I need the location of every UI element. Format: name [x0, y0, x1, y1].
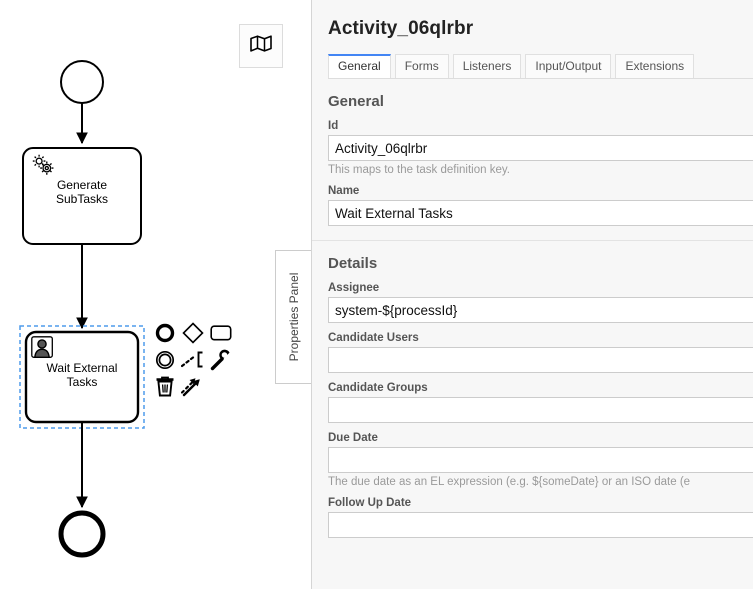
- map-icon: [250, 35, 272, 57]
- end-event-shape: [58, 510, 106, 558]
- bpmn-diagram: [19, 60, 145, 558]
- group-details-title: Details: [328, 255, 378, 272]
- append-text-annotation-button[interactable]: [180, 349, 206, 375]
- group-details: Details Assignee Candidate Users Candida…: [312, 255, 753, 538]
- name-field[interactable]: [328, 200, 753, 226]
- tab-forms[interactable]: Forms: [394, 54, 449, 78]
- tab-input-output[interactable]: Input/Output: [525, 54, 612, 78]
- append-task-button[interactable]: [208, 322, 234, 348]
- group-general: General Id This maps to the task definit…: [312, 93, 753, 226]
- connect-button[interactable]: [180, 376, 206, 402]
- diamond-icon: [182, 321, 204, 349]
- service-task-shape: [22, 147, 142, 245]
- due-date-field-hint: The due date as an EL expression (e.g. $…: [328, 476, 691, 488]
- properties-panel: Activity_06qlrbr General Forms Listeners…: [311, 0, 753, 589]
- candidate-groups-field[interactable]: [328, 397, 753, 423]
- due-date-field[interactable]: [328, 447, 753, 473]
- due-date-field-label: Due Date: [328, 432, 378, 444]
- append-gateway-button[interactable]: [180, 321, 206, 349]
- id-field-label: Id: [328, 120, 339, 132]
- append-intermediate-event-button[interactable]: [152, 349, 178, 375]
- assignee-field-label: Assignee: [328, 282, 380, 294]
- wrench-icon: [210, 349, 232, 376]
- candidate-users-field[interactable]: [328, 347, 753, 373]
- id-field[interactable]: [328, 135, 753, 161]
- tab-general[interactable]: General: [328, 54, 391, 78]
- text-annotation-icon: [180, 350, 205, 375]
- circle-thick-icon: [155, 323, 175, 348]
- connect-arrows-icon: [180, 376, 205, 403]
- tab-listeners[interactable]: Listeners: [452, 54, 522, 78]
- minimap-toggle-button[interactable]: [239, 24, 283, 68]
- change-element-type-button[interactable]: [208, 349, 234, 375]
- trash-icon: [155, 376, 175, 402]
- properties-panel-tab-label: Properties Panel: [286, 272, 301, 362]
- id-field-hint: This maps to the task definition key.: [328, 164, 510, 176]
- bpmn-canvas[interactable]: Generate SubTasks Wait External Tasks: [0, 0, 310, 589]
- panel-tab-bar[interactable]: General Forms Listeners Input/Output Ext…: [328, 54, 753, 79]
- group-general-title: General: [328, 93, 384, 110]
- assignee-field[interactable]: [328, 297, 753, 323]
- double-circle-icon: [155, 350, 175, 375]
- page-title: Activity_06qlrbr: [328, 18, 474, 39]
- candidate-users-field-label: Candidate Users: [328, 332, 419, 344]
- rounded-rect-icon: [210, 324, 232, 347]
- follow-up-date-field[interactable]: [328, 512, 753, 538]
- section-divider: [312, 240, 753, 241]
- start-event-shape: [60, 60, 104, 104]
- user-task-shape: [24, 330, 140, 424]
- candidate-groups-field-label: Candidate Groups: [328, 382, 428, 394]
- tab-extensions[interactable]: Extensions: [615, 54, 695, 78]
- properties-panel-toggle-tab[interactable]: Properties Panel: [275, 250, 311, 384]
- follow-up-date-field-label: Follow Up Date: [328, 497, 412, 509]
- append-end-event-button[interactable]: [152, 322, 178, 348]
- name-field-label: Name: [328, 185, 360, 197]
- context-pad[interactable]: [152, 321, 234, 402]
- delete-element-button[interactable]: [152, 376, 178, 402]
